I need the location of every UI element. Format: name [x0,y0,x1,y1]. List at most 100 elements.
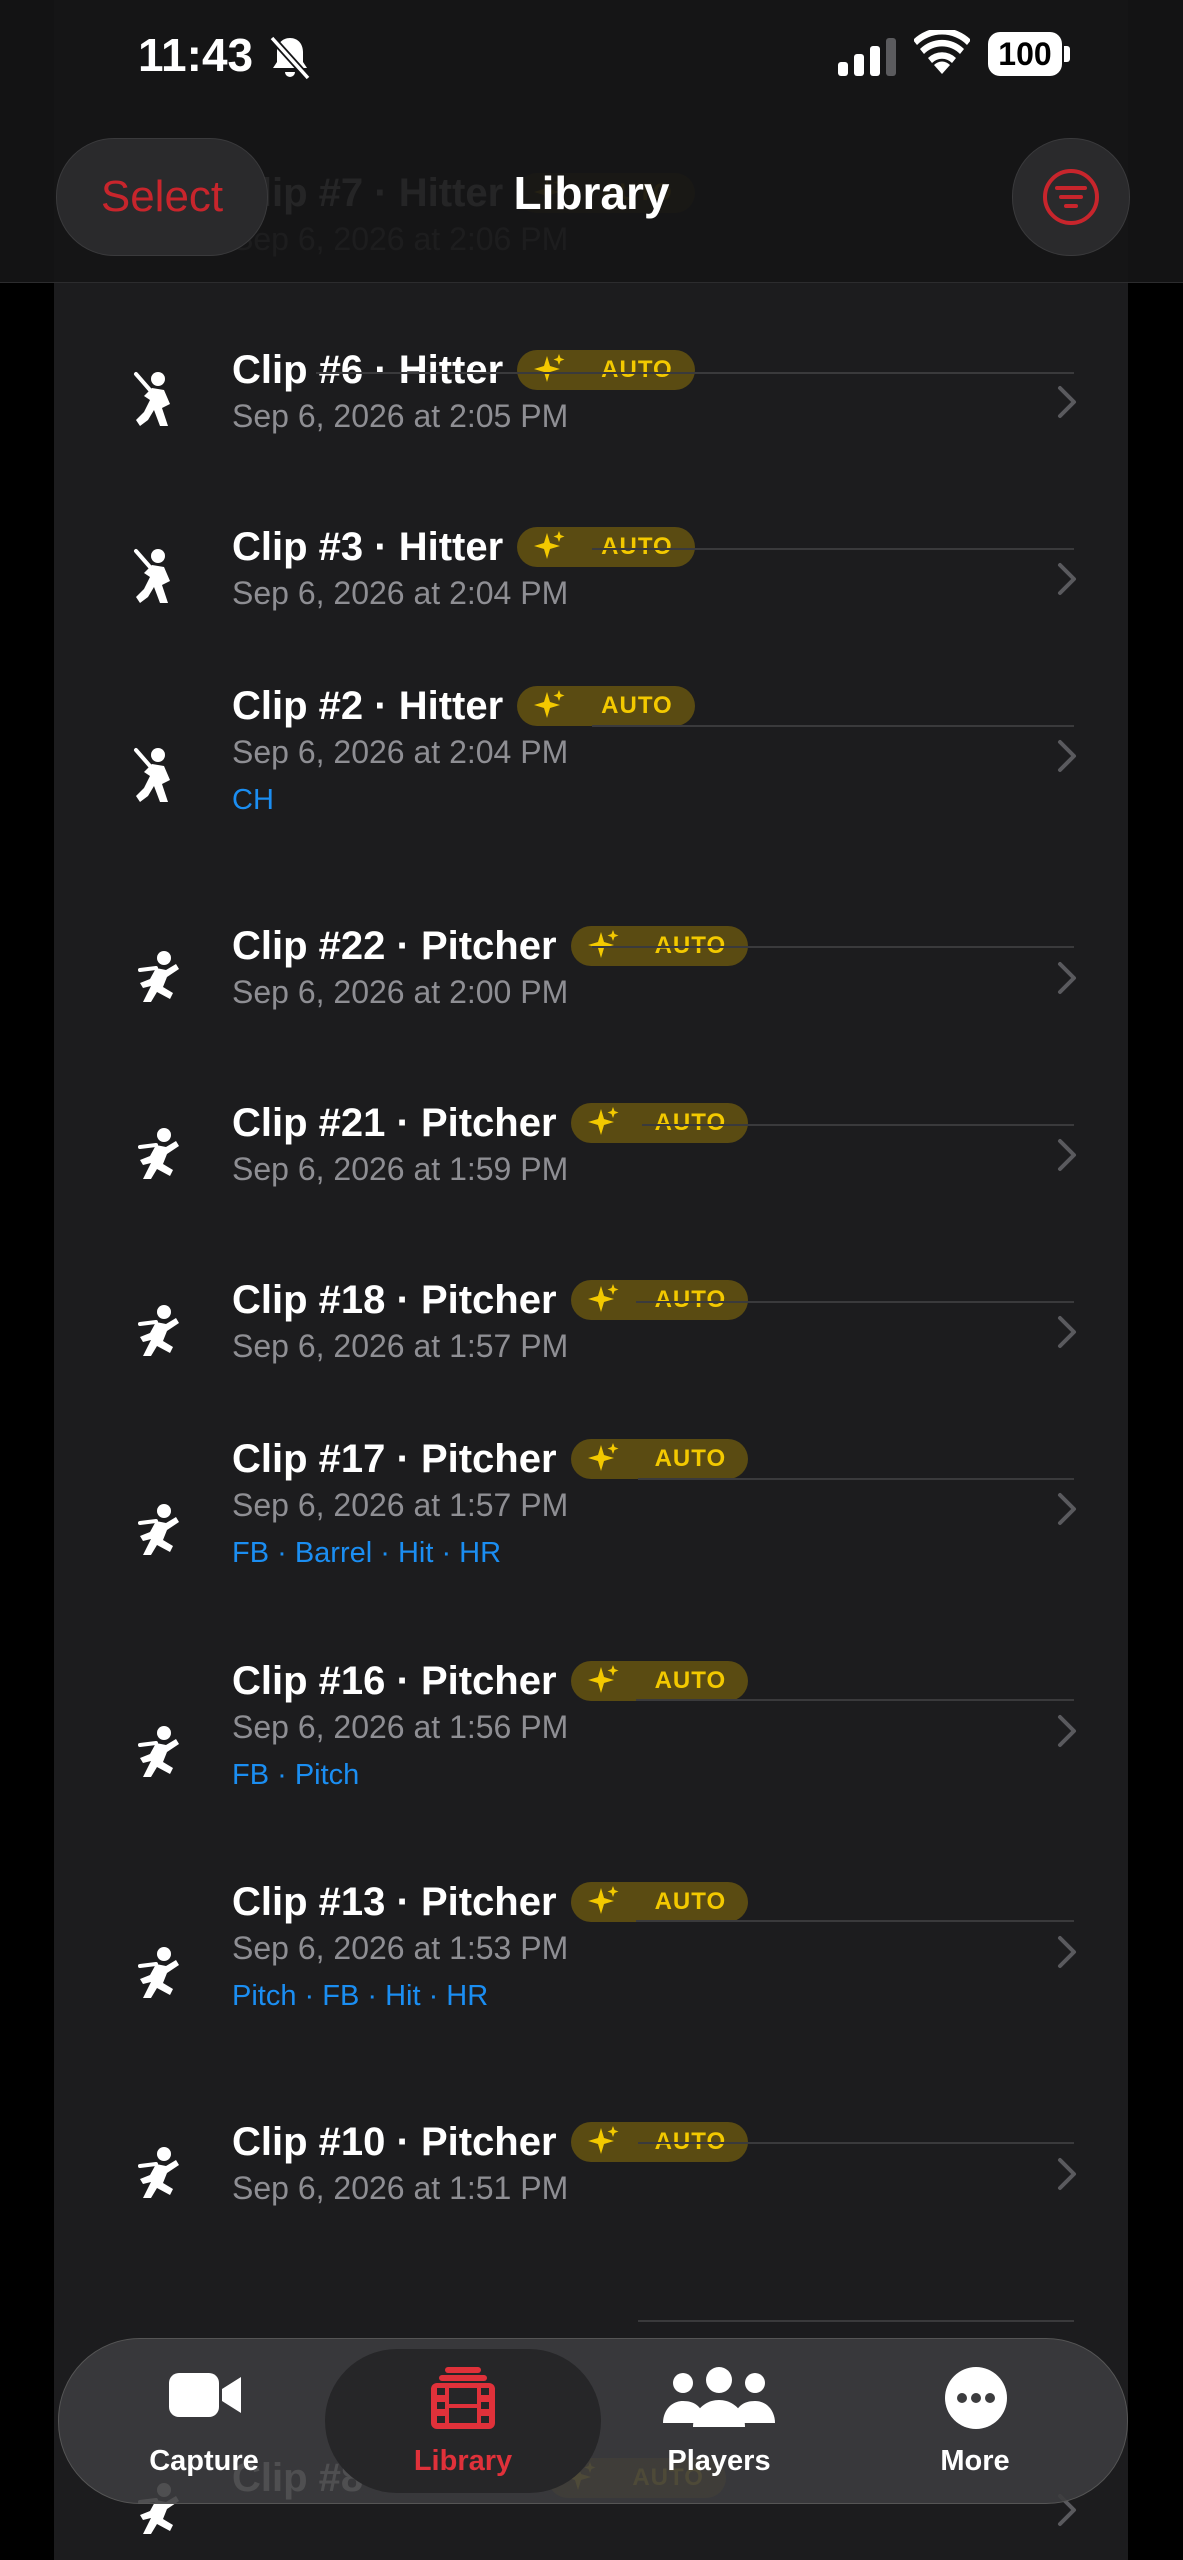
pitcher-icon [126,1942,190,2006]
hitter-icon [126,370,190,434]
clip-tags: FB · Barrel · Hit · HR [232,1537,502,1569]
row-separator [638,1478,1074,1480]
clip-title: Clip #3 · Hitter [232,525,504,569]
sparkle-icon [587,1284,619,1312]
ellipsis-icon [945,2367,1007,2429]
nav-header: 11:43 100 Select Library [0,0,1183,283]
row-separator [316,372,1074,374]
chevron-right-icon [1056,561,1078,597]
clip-title-line: Clip #3 · Hitter AUTO [232,520,695,574]
row-separator [592,725,1074,727]
chevron-right-icon [1056,738,1078,774]
page-title: Library [513,167,670,219]
row-separator [636,1920,1074,1922]
battery-level: 100 [988,32,1062,76]
sparkle-icon [534,354,565,382]
film-reel-icon [431,2367,495,2429]
row-separator [592,548,1074,550]
clip-tags: Pitch · FB · Hit · HR [232,1980,489,2012]
clip-date: Sep 6, 2026 at 2:05 PM [232,398,569,434]
chevron-right-icon [1056,960,1078,996]
sparkle-icon [587,1665,619,1693]
auto-badge: AUTO [570,1882,749,1922]
clip-title: Clip #22 · Pitcher [232,924,557,968]
clip-title: Clip #16 · Pitcher [232,1659,557,1703]
auto-badge: AUTO [570,1280,749,1320]
battery-indicator: 100 [988,32,1070,76]
clip-date: Sep 6, 2026 at 2:04 PM [232,734,569,770]
cellular-signal-icon [838,38,896,76]
auto-badge-label: AUTO [654,1286,727,1313]
clip-tags: CH [232,784,274,816]
clip-date: Sep 6, 2026 at 2:04 PM [232,575,569,611]
tab-label: Capture [149,2445,259,2477]
filter-icon [1043,169,1099,225]
clip-date: Sep 6, 2026 at 2:00 PM [232,974,569,1010]
video-camera-icon [169,2373,241,2417]
clip-date: Sep 6, 2026 at 1:57 PM [232,1328,569,1364]
auto-badge: AUTO [517,350,695,390]
chevron-right-icon [1056,384,1078,420]
sparkle-icon [587,2126,619,2154]
tab-capture[interactable]: Capture [99,2339,309,2503]
clip-title: Clip #10 · Pitcher [232,2120,557,2164]
sparkle-icon [534,690,565,718]
tab-library[interactable]: Library [355,2339,571,2503]
clip-title-line: Clip #21 · Pitcher AUTO [232,1096,749,1150]
chevron-right-icon [1056,1314,1078,1350]
clip-list: Clip #7 · HitterAUTOSep 6, 2026 at 2:06 … [54,0,1128,2560]
pitcher-icon [126,1721,190,1785]
clip-title: Clip #17 · Pitcher [232,1437,557,1481]
hitter-icon [126,746,190,810]
clip-date: Sep 6, 2026 at 1:53 PM [232,1930,569,1966]
tab-label: More [940,2445,1010,2477]
row-separator [638,2320,1074,2322]
sparkle-icon [587,1107,619,1135]
row-separator [636,1699,1074,1701]
clip-title: Clip #21 · Pitcher [232,1101,557,1145]
tab-bar: Capture Library Players More [58,2338,1128,2504]
filter-button[interactable] [1012,138,1130,256]
auto-badge-label: AUTO [601,356,673,383]
clip-title-line: Clip #18 · Pitcher AUTO [232,1273,749,1327]
row-separator [636,1301,1074,1303]
clip-title: Clip #18 · Pitcher [232,1278,557,1322]
pitcher-icon [126,1300,190,1364]
pitcher-icon [126,946,190,1010]
chevron-right-icon [1056,1137,1078,1173]
chevron-right-icon [1056,1934,1078,1970]
auto-badge: AUTO [570,1439,749,1479]
row-separator [592,946,1074,948]
sparkle-icon [587,1886,619,1914]
row-separator [642,1124,1074,1126]
tab-label: Players [667,2445,771,2477]
clip-title: Clip #2 · Hitter [232,684,504,728]
clip-date: Sep 6, 2026 at 1:57 PM [232,1487,569,1523]
tab-players[interactable]: Players [611,2339,827,2503]
clip-date: Sep 6, 2026 at 1:56 PM [232,1709,569,1745]
status-time: 11:43 [138,29,254,81]
chevron-right-icon [1056,1713,1078,1749]
auto-badge-label: AUTO [601,533,673,560]
clip-title: Clip #6 · Hitter [232,348,504,392]
pitcher-icon [126,2142,190,2206]
auto-badge: AUTO [517,686,695,726]
clip-title: Clip #13 · Pitcher [232,1880,557,1924]
tab-more[interactable]: More [867,2339,1083,2503]
people-icon [663,2367,775,2427]
clip-tags: FB · Pitch [232,1759,360,1791]
auto-badge: AUTO [570,1103,749,1143]
hitter-icon [126,547,190,611]
sparkle-icon [534,531,565,559]
auto-badge-label: AUTO [654,1109,727,1136]
chevron-right-icon [1056,2156,1078,2192]
silent-bell-icon [269,35,311,80]
clip-date: Sep 6, 2026 at 1:51 PM [232,2170,569,2206]
chevron-right-icon [1056,1491,1078,1527]
auto-badge: AUTO [570,1661,749,1701]
pitcher-icon [126,1123,190,1187]
sparkle-icon [587,1443,619,1471]
auto-badge: AUTO [517,527,695,567]
tab-label: Library [413,2445,513,2477]
clip-title-line: Clip #6 · Hitter AUTO [232,343,695,397]
